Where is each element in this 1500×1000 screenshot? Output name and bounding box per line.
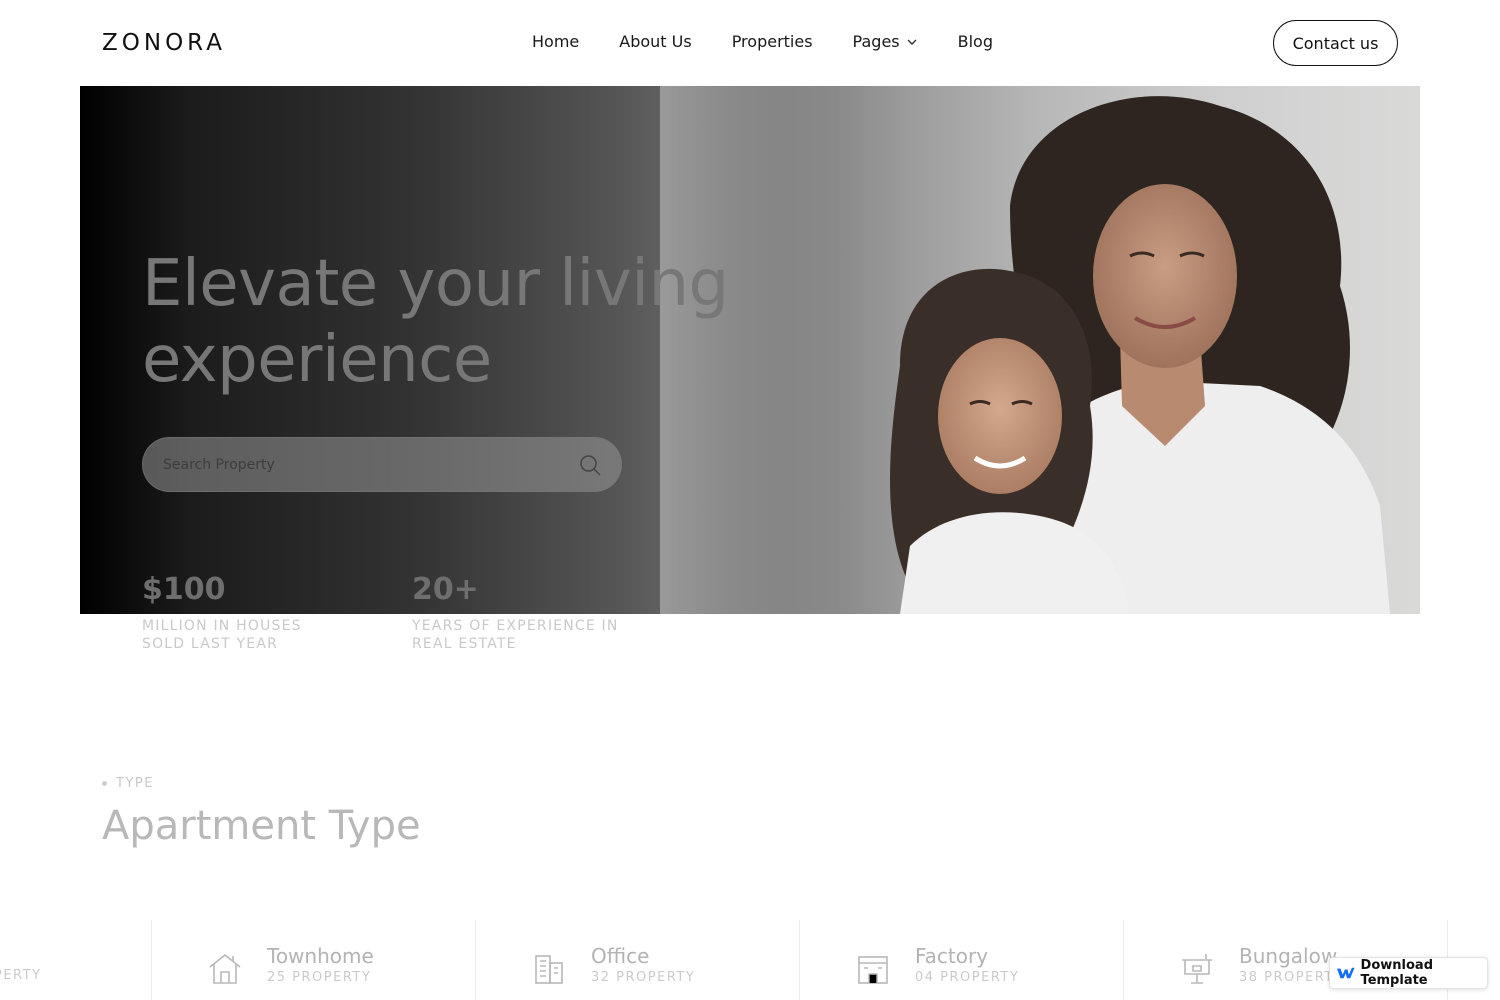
divider [475,920,476,1000]
nav-label: Pages [852,32,900,51]
apartment-types-carousel: PERTY Townhome 25 PROPERTY Office 32 PRO… [0,920,1500,1000]
section-tag: TYPE [102,776,154,791]
office-building-icon [535,955,563,984]
logo[interactable]: ZONORA [102,30,226,56]
nav-item-about-us[interactable]: About Us [619,32,691,51]
main-nav: Home About Us Properties Pages Blog [532,32,993,51]
type-count: 25 PROPERTY [267,970,372,985]
type-count: 38 PROPERTY [1239,970,1344,985]
type-card-bungalow[interactable]: Bungalow 38 PROPERTY [1179,944,1343,986]
stat-label: MILLION IN HOUSES SOLD LAST YEAR [142,617,302,653]
chevron-down-icon [907,39,917,45]
hero-title-line1: Elevate your living [142,247,729,321]
hero-section: Elevate your living experience Search Pr… [80,86,1420,614]
nav-label: Blog [957,32,993,51]
stat-label-line2: SOLD LAST YEAR [142,636,279,652]
nav-item-properties[interactable]: Properties [732,32,813,51]
search-icon[interactable] [579,454,601,476]
divider [151,920,152,1000]
partial-type-count: PERTY [0,968,42,983]
nav-label: About Us [619,32,692,51]
stat-value: 20+ [412,572,479,607]
type-count: 32 PROPERTY [591,970,696,985]
nav-item-pages[interactable]: Pages [853,32,918,51]
divider [1123,920,1124,1000]
type-card-factory[interactable]: Factory 04 PROPERTY [855,944,1019,986]
type-name: Office [591,944,650,968]
stat-label-line1: YEARS OF EXPERIENCE IN [412,618,619,634]
stat-houses-sold: $100 MILLION IN HOUSES SOLD LAST YEAR [142,572,302,653]
stat-label-line2: REAL ESTATE [412,636,517,652]
download-template-label: Download Template [1360,958,1433,988]
tag-dot [102,781,107,786]
type-card-office[interactable]: Office 32 PROPERTY [531,944,695,986]
type-name: Townhome [267,944,374,968]
type-name: Bungalow [1239,944,1338,968]
type-name: Factory [915,944,989,968]
site-header: ZONORA Home About Us Properties Pages Bl… [0,0,1500,86]
nav-label: Properties [731,32,813,51]
section-title: Apartment Type [102,803,421,849]
search-bar[interactable]: Search Property [142,437,622,492]
download-template-badge[interactable]: Download Template [1329,957,1488,989]
divider [799,920,800,1000]
nav-label: Home [532,32,580,51]
stat-label-line1: MILLION IN HOUSES [142,618,302,634]
house-icon [209,953,241,984]
stat-years-experience: 20+ YEARS OF EXPERIENCE IN REAL ESTATE [412,572,619,653]
hero-title: Elevate your living experience [142,246,762,398]
webflow-icon [1337,967,1355,979]
type-count: 04 PROPERTY [915,970,1020,985]
hero-photo-mother-daughter [660,86,1420,614]
stat-label: YEARS OF EXPERIENCE IN REAL ESTATE [412,617,619,653]
hero-title-line2: experience [142,323,492,397]
contact-us-button[interactable]: Contact us [1273,20,1398,66]
factory-icon [858,956,888,984]
type-card-townhome[interactable]: Townhome 25 PROPERTY [207,944,374,986]
search-input[interactable]: Search Property [163,457,579,473]
stat-value: $100 [142,572,226,607]
bungalow-icon [1182,954,1212,984]
nav-item-blog[interactable]: Blog [958,32,993,51]
section-tag-label: TYPE [116,776,154,791]
nav-item-home[interactable]: Home [532,32,579,51]
